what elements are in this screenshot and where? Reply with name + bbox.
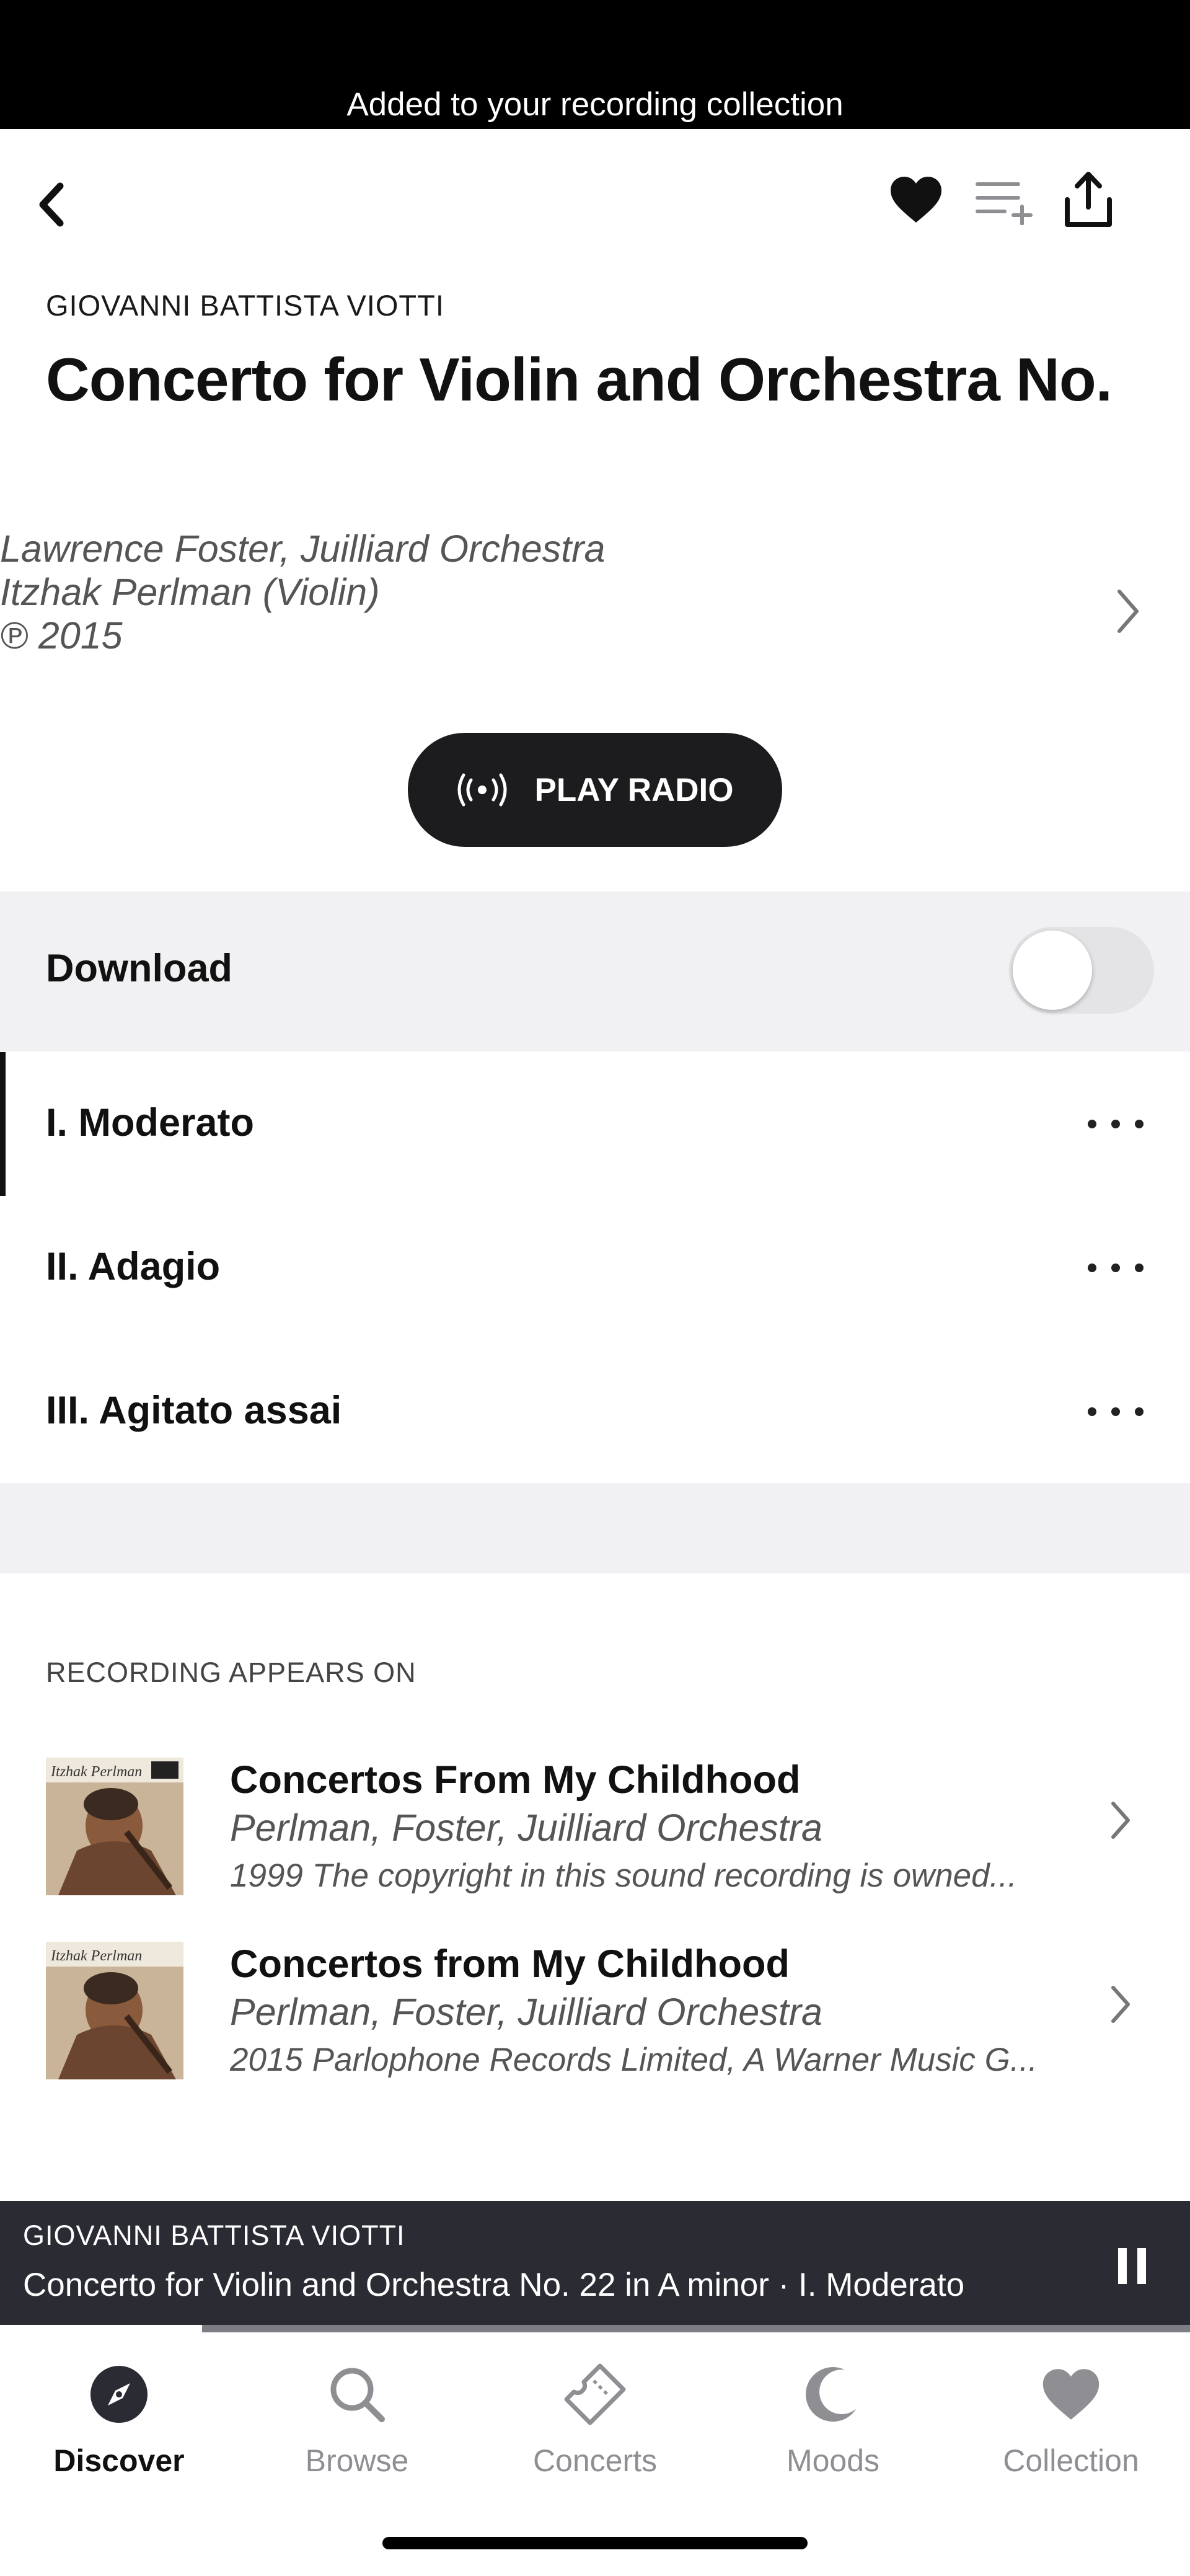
tab-label: Moods — [786, 2443, 880, 2478]
now-playing-indicator — [0, 1052, 6, 1196]
tab-label: Discover — [53, 2443, 185, 2478]
performers-row[interactable]: Lawrence Foster, Juilliard Orchestra Itz… — [0, 527, 1190, 694]
album-artist: Perlman, Foster, Juilliard Orchestra — [230, 1991, 822, 2033]
mini-player[interactable]: GIOVANNI BATTISTA VIOTTI Concerto for Vi… — [0, 2201, 1190, 2332]
tab-collection[interactable]: Collection — [952, 2332, 1190, 2494]
notification-banner: Added to your recording collection — [0, 0, 1190, 129]
tab-browse[interactable]: Browse — [238, 2332, 476, 2494]
chevron-right-icon — [1111, 1802, 1130, 1839]
heart-icon — [1042, 2369, 1100, 2420]
play-radio-label: PLAY RADIO — [534, 771, 734, 808]
album-copyright: 1999 The copyright in this sound recordi… — [230, 1857, 1017, 1894]
chevron-left-icon — [39, 182, 64, 227]
track-title: II. Adagio — [46, 1245, 221, 1288]
heart-icon — [891, 177, 941, 223]
section-heading: RECORDING APPEARS ON — [46, 1657, 416, 1688]
add-to-queue-button[interactable] — [974, 174, 1036, 231]
more-options-icon[interactable] — [1088, 1255, 1144, 1280]
tab-label: Concerts — [532, 2443, 658, 2478]
radio-broadcast-icon — [457, 773, 507, 807]
composer-name: GIOVANNI BATTISTA VIOTTI — [46, 289, 444, 322]
toggle-knob — [1013, 931, 1092, 1010]
album-copyright: 2015 Parlophone Records Limited, A Warne… — [230, 2042, 1038, 2078]
share-icon — [1065, 172, 1112, 227]
pause-icon — [1118, 2248, 1127, 2284]
download-label: Download — [46, 947, 232, 990]
chevron-right-icon — [1111, 1986, 1130, 2023]
track-row[interactable]: I. Moderato — [0, 1052, 1190, 1196]
player-composer: GIOVANNI BATTISTA VIOTTI — [23, 2220, 405, 2251]
search-icon — [330, 2368, 385, 2422]
progress-fill — [0, 2325, 203, 2332]
share-button[interactable] — [1060, 169, 1117, 231]
album-cover: Itzhak Perlman — [46, 1942, 183, 2079]
album-row[interactable]: Itzhak Perlman Concertos from My Childho… — [0, 1942, 1190, 2091]
back-button[interactable] — [27, 180, 77, 229]
track-title: III. Agitato assai — [46, 1389, 342, 1432]
track-row[interactable]: III. Agitato assai — [0, 1340, 1190, 1484]
performers-soloist: Itzhak Perlman (Violin) — [0, 571, 380, 613]
playback-progress[interactable] — [0, 2325, 1190, 2332]
more-options-icon[interactable] — [1088, 1399, 1144, 1424]
download-toggle[interactable] — [1009, 927, 1154, 1014]
player-track-title: Concerto for Violin and Orchestra No. 22… — [23, 2267, 965, 2303]
compass-icon — [90, 2366, 148, 2423]
favorite-button[interactable] — [888, 171, 945, 228]
more-options-icon[interactable] — [1088, 1112, 1144, 1136]
tab-label: Collection — [1003, 2443, 1139, 2478]
tab-discover[interactable]: Discover — [0, 2332, 238, 2494]
tab-moods[interactable]: Moods — [714, 2332, 952, 2494]
work-title: Concerto for Violin and Orchestra No. — [46, 345, 1113, 414]
album-row[interactable]: Itzhak Perlman Concertos From My Childho… — [0, 1758, 1190, 1906]
album-cover-text: Itzhak Perlman — [50, 1948, 142, 1964]
moon-icon — [806, 2367, 863, 2422]
album-artist: Perlman, Foster, Juilliard Orchestra — [230, 1807, 822, 1849]
home-indicator — [382, 2537, 808, 2549]
play-radio-button[interactable]: PLAY RADIO — [408, 733, 782, 847]
tab-concerts[interactable]: Concerts — [476, 2332, 714, 2494]
album-title: Concertos From My Childhood — [230, 1758, 801, 1802]
pause-button[interactable] — [1118, 2248, 1146, 2284]
album-cover-text: Itzhak Perlman — [50, 1764, 142, 1780]
performers-ensemble: Lawrence Foster, Juilliard Orchestra — [0, 528, 606, 570]
album-title: Concertos from My Childhood — [230, 1942, 790, 1986]
album-cover: Itzhak Perlman — [46, 1758, 183, 1895]
chevron-right-icon — [1117, 590, 1139, 633]
track-title: I. Moderato — [46, 1101, 255, 1144]
tab-label: Browse — [305, 2443, 409, 2478]
release-year: ℗ 2015 — [0, 614, 123, 657]
section-divider — [0, 1483, 1190, 1573]
ticket-icon — [564, 2363, 626, 2425]
add-to-queue-icon — [976, 182, 1033, 225]
track-row[interactable]: II. Adagio — [0, 1196, 1190, 1340]
banner-text: Added to your recording collection — [346, 86, 844, 123]
